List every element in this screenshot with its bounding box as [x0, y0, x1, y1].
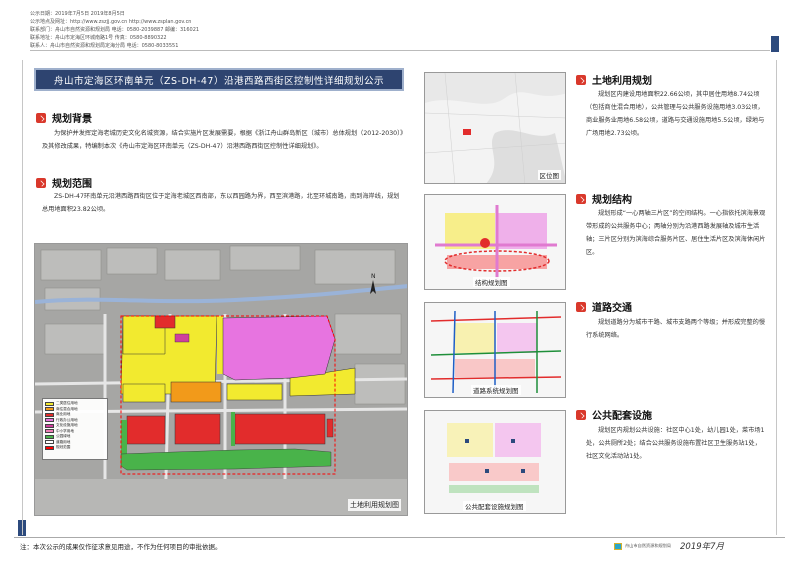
corner-tab — [771, 36, 779, 52]
location-map-graphic — [425, 73, 565, 183]
bureau-logo-icon — [614, 543, 622, 550]
info-line: 联系部门：舟山市自然资源和规划局 电话：0580-2039887 邮编：3160… — [30, 27, 200, 33]
checkmark-icon — [576, 74, 586, 85]
structure-map: 结构规划图 — [424, 194, 566, 290]
facilities-map: 公共配套设施规划图 — [424, 410, 566, 514]
left-border — [22, 60, 23, 535]
traffic-map: 道路系统规划图 — [424, 302, 566, 398]
facilities-map-title: 公共配套设施规划图 — [463, 501, 526, 511]
footer-divider — [14, 537, 785, 538]
map-legend: 二类居住用地 商住混合用地 商业用地 行政办公用地 文化设施用地 中小学用地 公… — [42, 398, 108, 460]
location-map-title: 区位图 — [537, 170, 561, 180]
landuse-map-graphic: N — [35, 244, 407, 515]
info-line: 联系地址：舟山市定海区环城南路1号 传真：0580-8890322 — [30, 35, 167, 41]
legend-swatch — [45, 401, 54, 406]
checkmark-icon — [576, 193, 586, 204]
structure-map-title: 结构规划图 — [473, 277, 510, 287]
svg-text:N: N — [371, 273, 376, 280]
checkmark-icon — [36, 177, 46, 188]
info-line: 公示地点及网址：http://www.zszjj.gov.cn http://w… — [30, 19, 192, 25]
facilities-map-graphic — [425, 411, 565, 513]
section-heading-structure: 规划结构 — [576, 191, 632, 206]
publish-date: 2019年7月 — [680, 542, 725, 552]
legend-swatch — [45, 407, 54, 412]
poster-page: 公示日期：2019年7月5日 2019年8月5日 公示地点及网址：http://… — [0, 0, 799, 565]
facilities-text: 规划区内规划公共设施：社区中心1处，幼儿园1处，菜市场1处，公共厕所2处；结合公… — [586, 427, 765, 460]
map-title: 土地利用规划图 — [348, 499, 401, 511]
info-line: 公示日期：2019年7月5日 2019年8月5日 — [30, 11, 125, 17]
checkmark-icon — [576, 301, 586, 312]
structure-map-graphic — [425, 195, 565, 289]
disclaimer-note: 注：本次公示的成果仅作征求意见用途，不作为任何项目的审批依据。 — [20, 543, 222, 551]
scope-text: ZS-DH-47环南单元沿港西路西街区位于定海老城区西南部，东以西园路为界，西至… — [42, 193, 400, 213]
traffic-text: 规划道路分为城市干路、城市支路两个等级；并形成完整的慢行系统网络。 — [586, 319, 766, 339]
checkmark-icon — [576, 409, 586, 420]
page-title: 舟山市定海区环南单元（ZS-DH-47）沿港西路西街区控制性详细规划公示 — [34, 68, 404, 91]
legend-swatch — [45, 423, 54, 428]
location-map: 区位图 — [424, 72, 566, 184]
legend-swatch — [45, 445, 54, 450]
info-line: 联系人：舟山市自然资源和规划局定海分局 电话：0580-8033551 — [30, 43, 179, 49]
traffic-map-title: 道路系统规划图 — [471, 385, 521, 395]
section-heading-background: 规划背景 — [36, 110, 92, 125]
header-divider — [30, 50, 770, 51]
legend-swatch — [45, 418, 54, 423]
legend-swatch — [45, 440, 54, 445]
section-heading-scope: 规划范围 — [36, 175, 92, 190]
legend-swatch — [45, 412, 54, 417]
contact-info: 公示日期：2019年7月5日 2019年8月5日 公示地点及网址：http://… — [30, 10, 430, 50]
structure-text: 规划形成“一心两轴三片区”的空间结构。一心指依托滨海景观带形成的公共服务中心；两… — [586, 210, 766, 256]
legend-swatch — [45, 429, 54, 434]
section-heading-traffic: 道路交通 — [576, 299, 632, 314]
section-heading-landuse: 土地利用规划 — [576, 72, 652, 87]
landuse-text: 规划区内建设用地面积22.66公顷，其中居住用地8.74公顷（包括商住混合用地）… — [586, 91, 765, 137]
landuse-map: N 土地利用规划图 — [34, 243, 408, 516]
traffic-map-graphic — [425, 303, 565, 397]
legend-item: 规划范围 — [45, 445, 105, 451]
background-text: 为保护并发挥定海老城历史文化名城资源，结合实施片区发展需要，根据《浙江舟山群岛新… — [42, 130, 404, 150]
legend-swatch — [45, 434, 54, 439]
checkmark-icon — [36, 112, 46, 123]
right-border — [776, 60, 777, 535]
section-heading-facilities: 公共配套设施 — [576, 407, 652, 422]
bureau-name: 舟山市自然资源和规划局 — [625, 543, 672, 548]
